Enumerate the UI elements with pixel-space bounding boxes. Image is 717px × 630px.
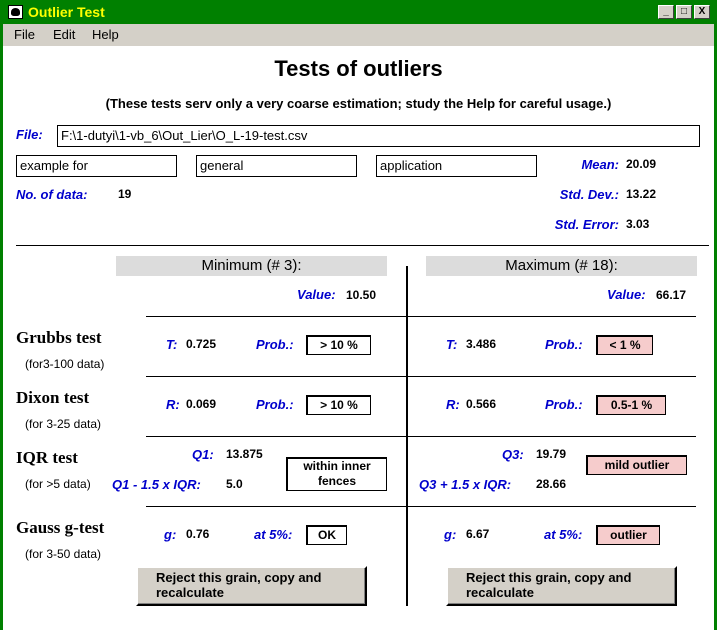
grubbs-min-prob-label: Prob.: — [256, 337, 294, 352]
max-value: 66.17 — [656, 288, 687, 302]
dixon-range: (for 3-25 data) — [25, 417, 102, 431]
row-divider — [146, 506, 696, 507]
desc-field-3[interactable]: application — [376, 155, 537, 177]
max-value-label: Value: — [607, 287, 646, 302]
grubbs-range: (for3-100 data) — [25, 357, 105, 371]
grubbs-min-t-label: T: — [166, 337, 178, 352]
std-error-value: 3.03 — [626, 217, 650, 231]
minimum-header: Minimum (# 3): — [116, 256, 387, 276]
std-dev-value: 13.22 — [626, 187, 657, 201]
minimize-button[interactable]: _ — [658, 5, 674, 19]
menu-edit[interactable]: Edit — [53, 27, 75, 42]
upper-fence-value: 28.66 — [536, 477, 567, 491]
app-icon — [8, 5, 23, 19]
min-value: 10.50 — [346, 288, 377, 302]
dixon-max-r-label: R: — [446, 397, 460, 412]
q3-label: Q3: — [502, 447, 524, 462]
maximize-button[interactable]: □ — [676, 5, 692, 19]
dixon-max-r-value: 0.566 — [466, 397, 497, 411]
maximum-header: Maximum (# 18): — [426, 256, 697, 276]
q1-label: Q1: — [192, 447, 214, 462]
dixon-min-r-value: 0.069 — [186, 397, 217, 411]
grubbs-max-prob: < 1 % — [596, 335, 653, 355]
desc-field-2[interactable]: general — [196, 155, 357, 177]
file-label: File: — [16, 127, 43, 142]
gauss-min-g-label: g: — [164, 527, 177, 542]
q3-value: 19.79 — [536, 447, 567, 461]
grubbs-max-t-value: 3.486 — [466, 337, 497, 351]
grubbs-min-prob: > 10 % — [306, 335, 371, 355]
grubbs-max-t-label: T: — [446, 337, 458, 352]
min-value-label: Value: — [297, 287, 336, 302]
app-window: Outlier Test _ □ X File Edit Help Tests … — [0, 0, 717, 630]
gauss-min-result: OK — [306, 525, 347, 545]
iqr-range: (for >5 data) — [25, 477, 91, 491]
main-panel: Tests of outliers (These tests serv only… — [3, 46, 714, 630]
iqr-title: IQR test — [16, 448, 78, 467]
std-error-label: Std. Error: — [554, 217, 619, 232]
q1-value: 13.875 — [226, 447, 263, 461]
upper-fence-label: Q3 + 1.5 x IQR: — [419, 477, 512, 492]
menu-file[interactable]: File — [14, 27, 35, 42]
gauss-max-g-label: g: — [444, 527, 457, 542]
row-divider — [146, 316, 696, 317]
iqr-min-result: within inner fences — [286, 457, 387, 491]
gauss-range: (for 3-50 data) — [25, 547, 102, 561]
gauss-max-result: outlier — [596, 525, 660, 545]
lower-fence-value: 5.0 — [226, 477, 243, 491]
grubbs-title: Grubbs test — [16, 328, 102, 347]
desc-field-1[interactable]: example for — [16, 155, 177, 177]
gauss-min-g-value: 0.76 — [186, 527, 210, 541]
lower-fence-label: Q1 - 1.5 x IQR: — [112, 477, 201, 492]
std-dev-label: Std. Dev.: — [559, 187, 619, 202]
menu-bar: File Edit Help — [3, 24, 714, 46]
gauss-max-g-value: 6.67 — [466, 527, 490, 541]
grubbs-min-t-value: 0.725 — [186, 337, 217, 351]
dixon-max-prob-label: Prob.: — [545, 397, 583, 412]
page-title: Tests of outliers — [274, 56, 443, 81]
menu-help[interactable]: Help — [92, 27, 119, 42]
divider — [16, 245, 709, 246]
dixon-title: Dixon test — [16, 388, 90, 407]
reject-min-button[interactable]: Reject this grain, copy and recalculate — [136, 566, 367, 606]
mean-label: Mean: — [581, 157, 619, 172]
row-divider — [146, 376, 696, 377]
dixon-max-prob: 0.5-1 % — [596, 395, 666, 415]
row-divider — [146, 436, 696, 437]
page-subtitle: (These tests serv only a very coarse est… — [105, 96, 612, 111]
gauss-min-sig-label: at 5%: — [254, 527, 293, 542]
dixon-min-r-label: R: — [166, 397, 180, 412]
window-title: Outlier Test — [28, 4, 105, 20]
gauss-max-sig-label: at 5%: — [544, 527, 583, 542]
data-count-value: 19 — [118, 187, 132, 201]
iqr-max-result: mild outlier — [586, 455, 687, 475]
dixon-min-prob: > 10 % — [306, 395, 371, 415]
reject-max-button[interactable]: Reject this grain, copy and recalculate — [446, 566, 677, 606]
file-path-field[interactable]: F:\1-dutyi\1-vb_6\Out_Lier\O_L-19-test.c… — [57, 125, 700, 147]
title-bar[interactable]: Outlier Test _ □ X — [3, 0, 714, 24]
dixon-min-prob-label: Prob.: — [256, 397, 294, 412]
mean-value: 20.09 — [626, 157, 657, 171]
gauss-title: Gauss g-test — [16, 518, 105, 537]
close-button[interactable]: X — [694, 5, 710, 19]
grubbs-max-prob-label: Prob.: — [545, 337, 583, 352]
data-count-label: No. of data: — [16, 187, 88, 202]
